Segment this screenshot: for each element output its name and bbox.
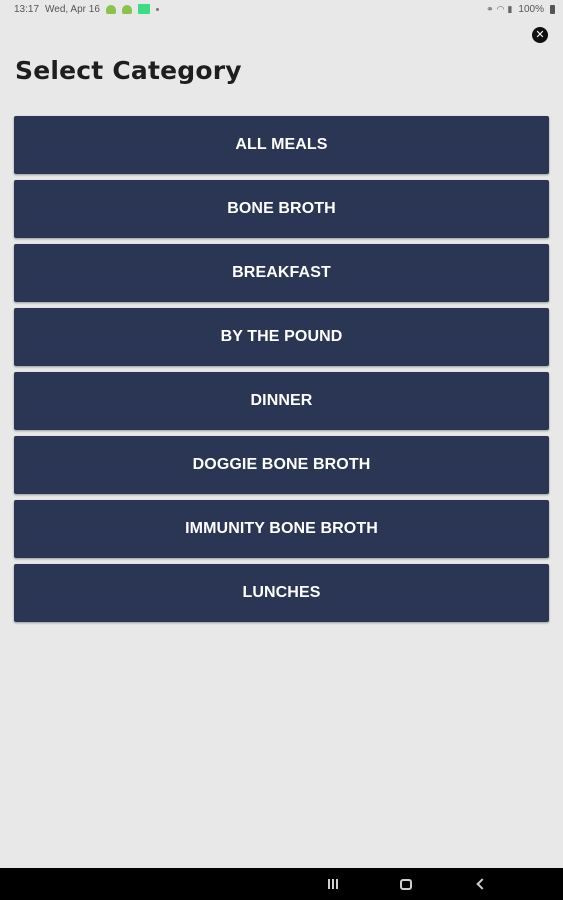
more-notifications-icon bbox=[155, 7, 159, 11]
status-bar: 13:17 Wed, Apr 16 ⚭ ◠ ▮ 100% bbox=[0, 0, 563, 18]
signal-icons: ⚭ ◠ ▮ bbox=[486, 4, 512, 15]
category-button[interactable]: LUNCHES bbox=[14, 564, 549, 622]
android-icon bbox=[105, 4, 116, 14]
page-title: Select Category bbox=[15, 56, 242, 85]
signal-icon: ▮ bbox=[507, 3, 513, 14]
category-list: ALL MEALS BONE BROTH BREAKFAST BY THE POUND… bbox=[14, 116, 549, 628]
category-button[interactable]: BY THE POUND bbox=[14, 308, 549, 366]
status-left: 13:17 Wed, Apr 16 bbox=[14, 4, 159, 15]
battery-icon bbox=[550, 4, 555, 14]
status-time: 13:17 bbox=[14, 3, 40, 15]
recents-button[interactable] bbox=[313, 868, 353, 900]
category-button[interactable]: DOGGIE BONE BROTH bbox=[14, 436, 549, 494]
recents-icon bbox=[328, 879, 338, 889]
status-date: Wed, Apr 16 bbox=[45, 3, 100, 15]
category-button[interactable]: ALL MEALS bbox=[14, 116, 549, 174]
category-button[interactable]: BREAKFAST bbox=[14, 244, 549, 302]
link-icon: ⚭ bbox=[486, 3, 494, 14]
category-button[interactable]: IMMUNITY BONE BROTH bbox=[14, 500, 549, 558]
category-button[interactable]: DINNER bbox=[14, 372, 549, 430]
screen: 13:17 Wed, Apr 16 ⚭ ◠ ▮ 100% ✕ Select Ca… bbox=[0, 0, 563, 900]
category-button[interactable]: BONE BROTH bbox=[14, 180, 549, 238]
wifi-icon: ◠ bbox=[496, 3, 505, 14]
close-button[interactable]: ✕ bbox=[532, 27, 548, 43]
back-button[interactable] bbox=[460, 868, 500, 900]
navigation-bar bbox=[0, 868, 563, 900]
status-right: ⚭ ◠ ▮ 100% bbox=[486, 4, 555, 15]
android-icon bbox=[121, 4, 132, 14]
battery-level: 100% bbox=[518, 3, 544, 15]
app-notification-icon bbox=[137, 4, 150, 14]
home-button[interactable] bbox=[386, 868, 426, 900]
home-icon bbox=[400, 878, 412, 890]
back-icon bbox=[476, 878, 488, 890]
close-icon: ✕ bbox=[535, 28, 545, 41]
